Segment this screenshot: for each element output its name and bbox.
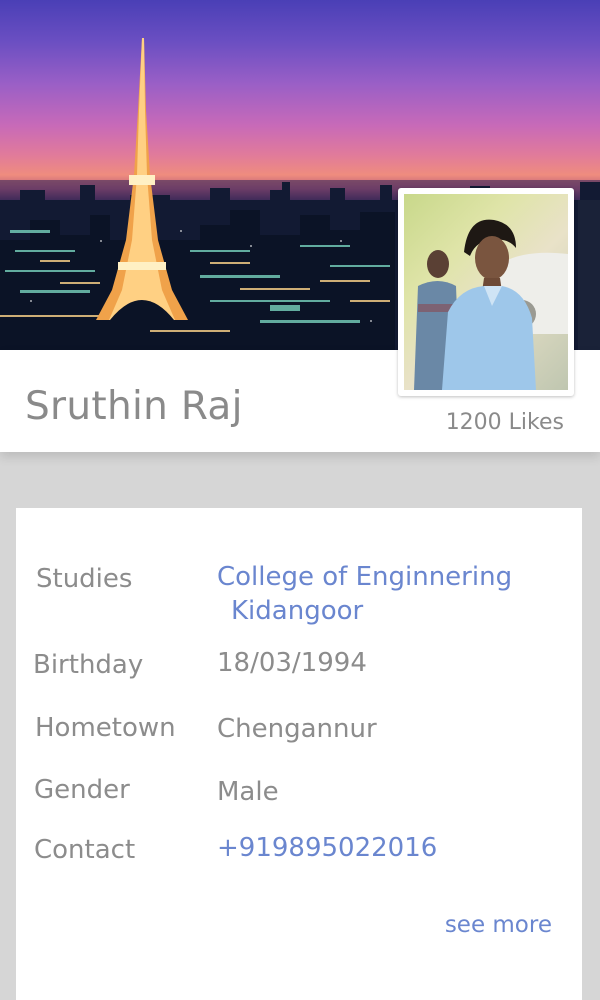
birthday-label: Birthday [33,650,144,680]
studies-value[interactable]: College of Enginnering Kidangoor [217,560,512,628]
gender-label: Gender [34,775,130,805]
studies-line-2: Kidangoor [231,596,364,626]
profile-name: Sruthin Raj [25,384,243,429]
hometown-label: Hometown [35,713,176,743]
birthday-value: 18/03/1994 [217,648,367,678]
likes-count[interactable]: 1200 Likes [446,410,564,435]
contact-label: Contact [34,835,136,865]
studies-line-1: College of Enginnering [217,562,513,592]
gender-value: Male [217,777,279,807]
studies-label: Studies [36,564,133,594]
hometown-value: Chengannur [217,714,377,744]
info-card: Studies College of Enginnering Kidangoor… [16,508,582,1000]
avatar-photo [404,194,568,390]
contact-phone-link[interactable]: +919895022016 [217,831,437,865]
see-more-link[interactable]: see more [445,912,552,938]
avatar[interactable] [398,188,574,396]
